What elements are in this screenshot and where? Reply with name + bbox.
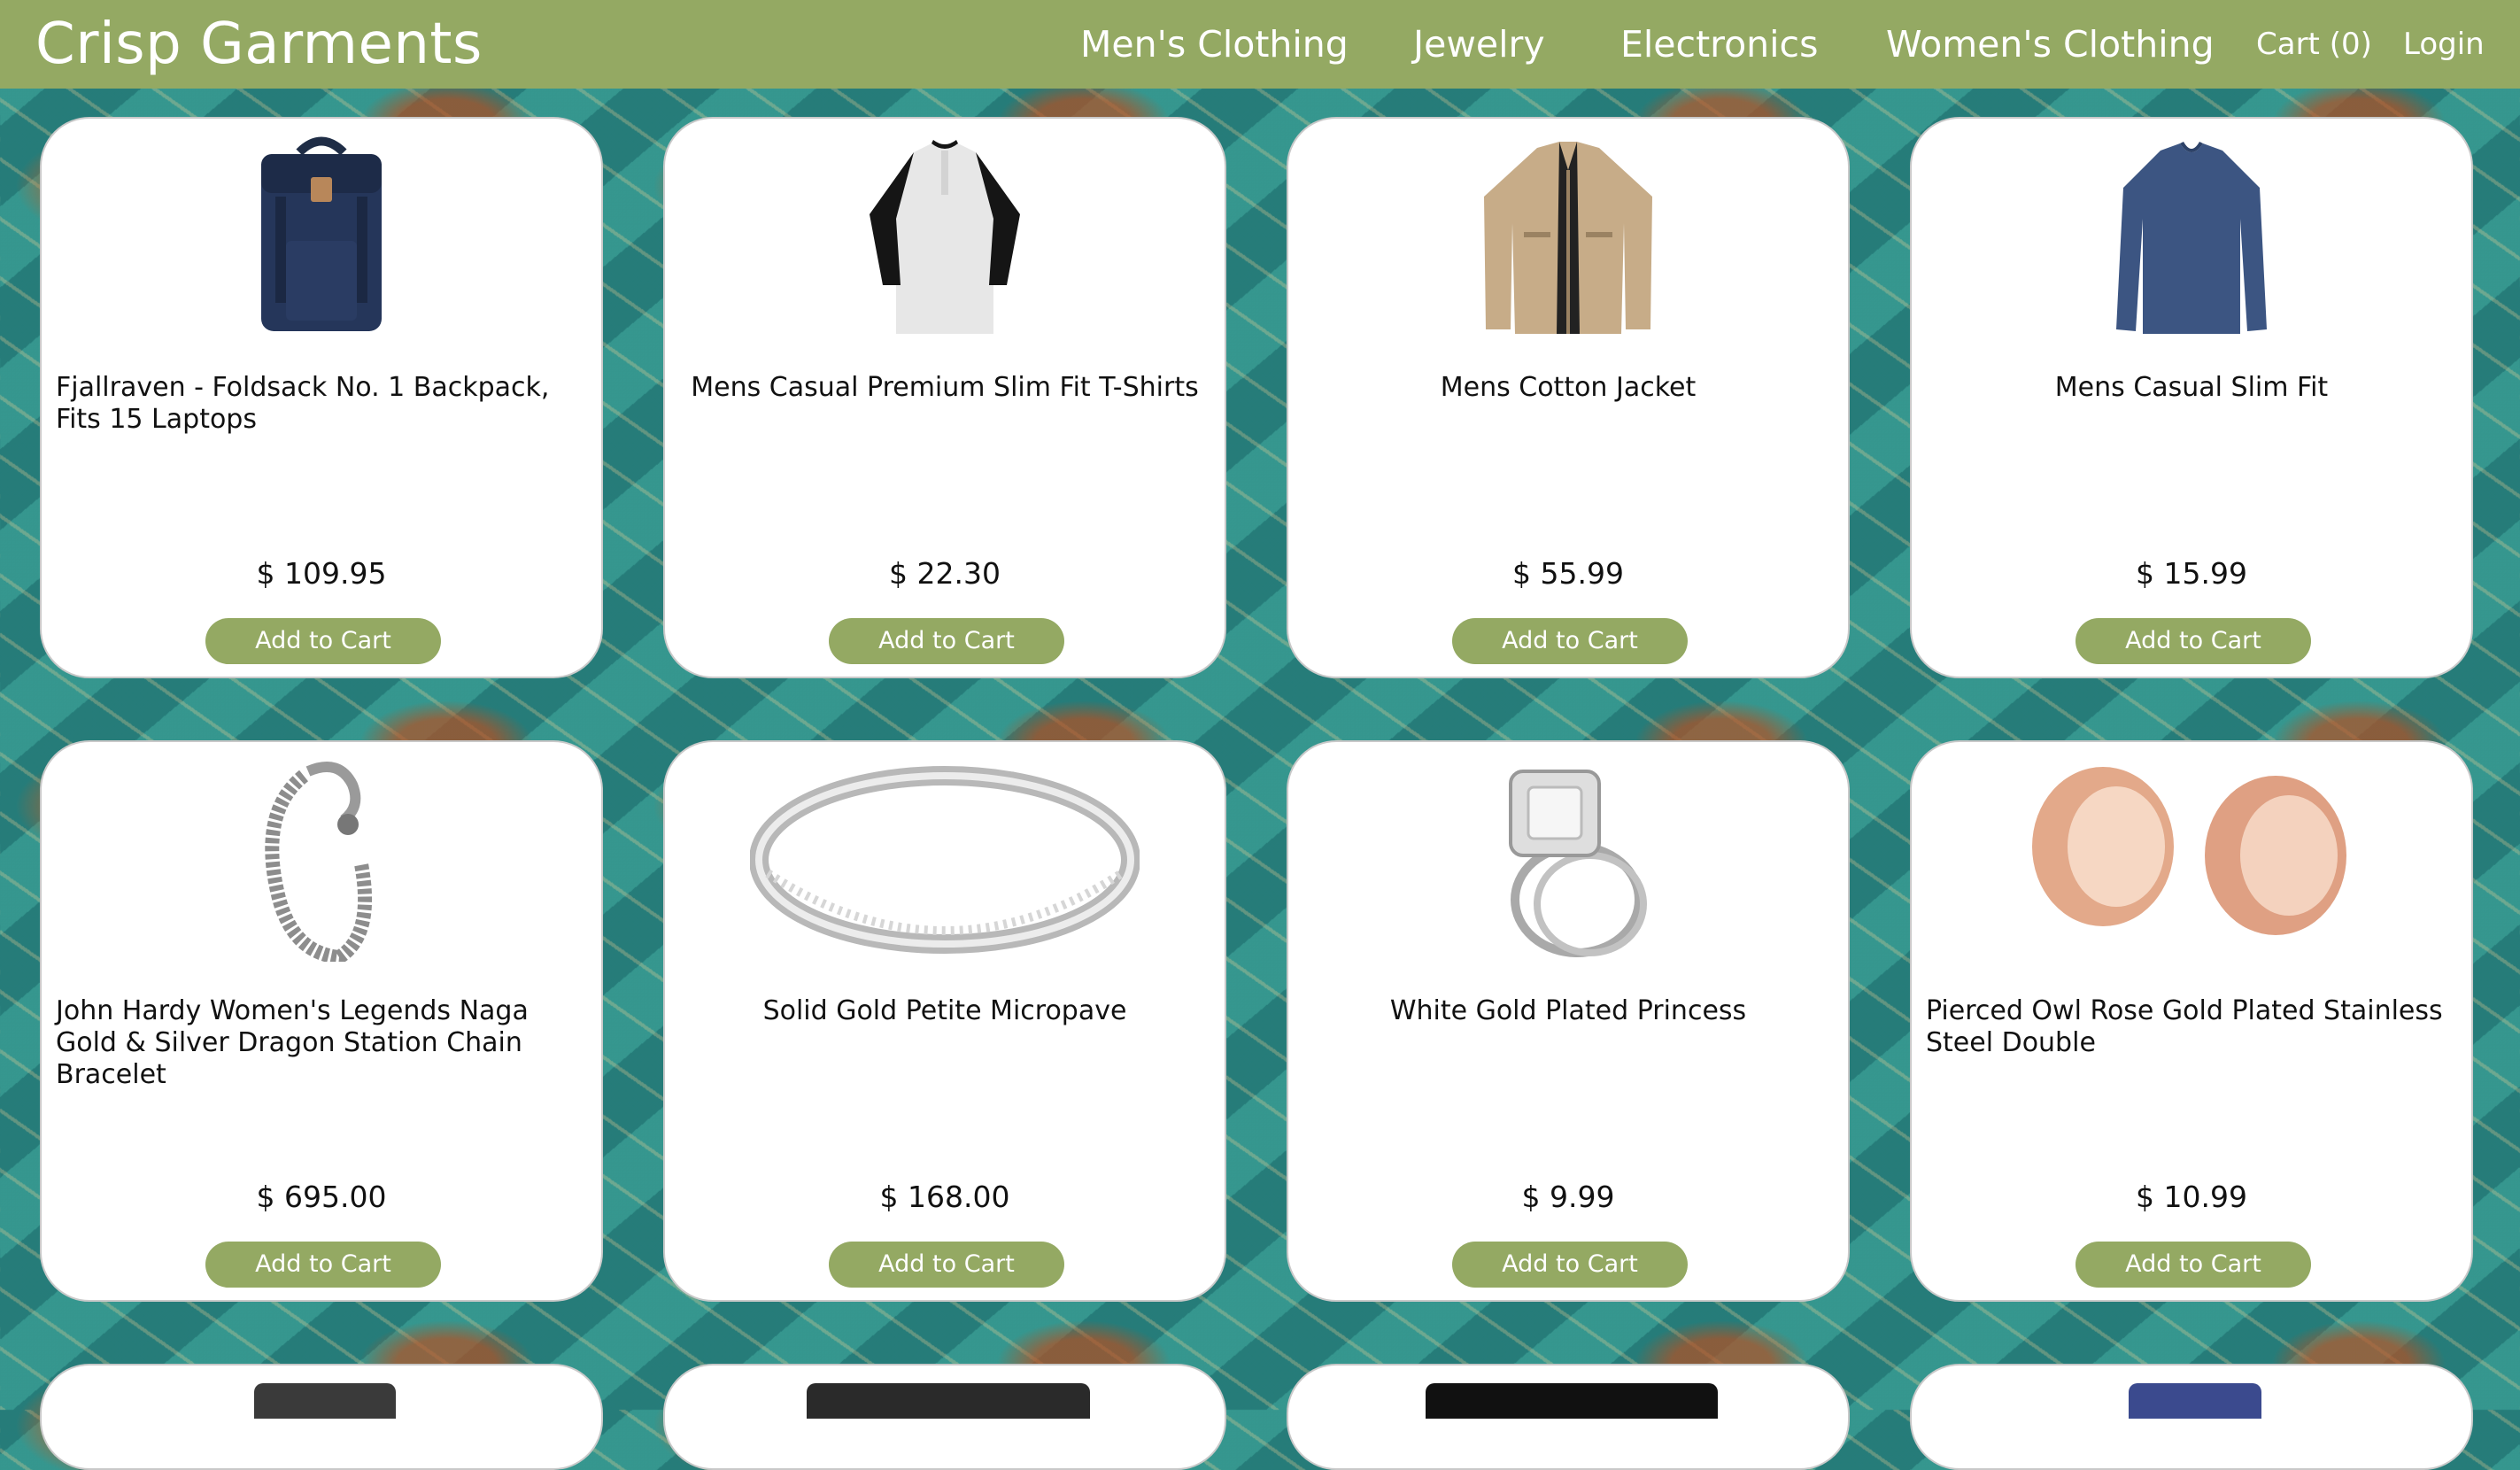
- product-price: $ 22.30: [889, 556, 1001, 591]
- product-title[interactable]: Fjallraven - Foldsack No. 1 Backpack, Fi…: [56, 372, 587, 436]
- product-title[interactable]: Mens Casual Premium Slim Fit T-Shirts: [679, 372, 1210, 404]
- jacket-image[interactable]: [1288, 135, 1848, 338]
- longsleeve-image[interactable]: [1912, 135, 2471, 338]
- product-image-partial: [254, 1383, 396, 1419]
- product-title[interactable]: White Gold Plated Princess: [1303, 995, 1834, 1027]
- product-card: White Gold Plated Princess $ 9.99 Add to…: [1287, 740, 1850, 1302]
- backpack-image[interactable]: [42, 135, 601, 338]
- product-price: $ 55.99: [1512, 556, 1624, 591]
- product-card-partial: [40, 1364, 603, 1470]
- ring-band-image[interactable]: [665, 758, 1225, 962]
- add-to-cart-button[interactable]: Add to Cart: [2076, 618, 2311, 664]
- bracelet-image[interactable]: [42, 758, 601, 962]
- product-title[interactable]: John Hardy Women's Legends Naga Gold & S…: [56, 995, 587, 1091]
- nav-womens-clothing[interactable]: Women's Clothing: [1886, 19, 2215, 69]
- product-price: $ 9.99: [1521, 1180, 1615, 1214]
- product-title[interactable]: Solid Gold Petite Micropave: [679, 995, 1210, 1027]
- nav-mens-clothing[interactable]: Men's Clothing: [1080, 19, 1349, 69]
- brand-logo[interactable]: Crisp Garments: [35, 9, 483, 80]
- add-to-cart-button[interactable]: Add to Cart: [1452, 1242, 1688, 1288]
- product-card: Mens Casual Premium Slim Fit T-Shirts $ …: [663, 117, 1226, 678]
- product-image-partial: [1426, 1383, 1718, 1419]
- product-card: John Hardy Women's Legends Naga Gold & S…: [40, 740, 603, 1302]
- product-price: $ 109.95: [256, 556, 387, 591]
- product-title[interactable]: Mens Casual Slim Fit: [1926, 372, 2457, 404]
- product-price: $ 168.00: [879, 1180, 1010, 1214]
- product-card: Pierced Owl Rose Gold Plated Stainless S…: [1910, 740, 2473, 1302]
- product-card-partial: [1287, 1364, 1850, 1470]
- product-card-partial: [663, 1364, 1226, 1470]
- add-to-cart-button[interactable]: Add to Cart: [205, 1242, 441, 1288]
- add-to-cart-button[interactable]: Add to Cart: [1452, 618, 1688, 664]
- top-navbar: Crisp Garments Men's Clothing Jewelry El…: [0, 0, 2520, 89]
- product-price: $ 10.99: [2136, 1180, 2247, 1214]
- product-price: $ 15.99: [2136, 556, 2247, 591]
- add-to-cart-button[interactable]: Add to Cart: [829, 1242, 1064, 1288]
- product-card: Solid Gold Petite Micropave $ 168.00 Add…: [663, 740, 1226, 1302]
- add-to-cart-button[interactable]: Add to Cart: [2076, 1242, 2311, 1288]
- product-title[interactable]: Pierced Owl Rose Gold Plated Stainless S…: [1926, 995, 2457, 1059]
- nav-electronics[interactable]: Electronics: [1620, 19, 1818, 69]
- add-to-cart-button[interactable]: Add to Cart: [829, 618, 1064, 664]
- nav-jewelry[interactable]: Jewelry: [1413, 19, 1545, 69]
- plugs-image[interactable]: [1912, 758, 2471, 962]
- cart-link[interactable]: Cart (0): [2256, 19, 2372, 69]
- princess-ring-image[interactable]: [1288, 758, 1848, 962]
- tshirt-image[interactable]: [665, 135, 1225, 338]
- product-image-partial: [807, 1383, 1090, 1419]
- product-card: Mens Cotton Jacket $ 55.99 Add to Cart: [1287, 117, 1850, 678]
- login-link[interactable]: Login: [2403, 19, 2485, 69]
- add-to-cart-button[interactable]: Add to Cart: [205, 618, 441, 664]
- product-card: Mens Casual Slim Fit $ 15.99 Add to Cart: [1910, 117, 2473, 678]
- product-title[interactable]: Mens Cotton Jacket: [1303, 372, 1834, 404]
- product-card-partial: [1910, 1364, 2473, 1470]
- product-card: Fjallraven - Foldsack No. 1 Backpack, Fi…: [40, 117, 603, 678]
- product-image-partial: [2129, 1383, 2261, 1419]
- product-price: $ 695.00: [256, 1180, 387, 1214]
